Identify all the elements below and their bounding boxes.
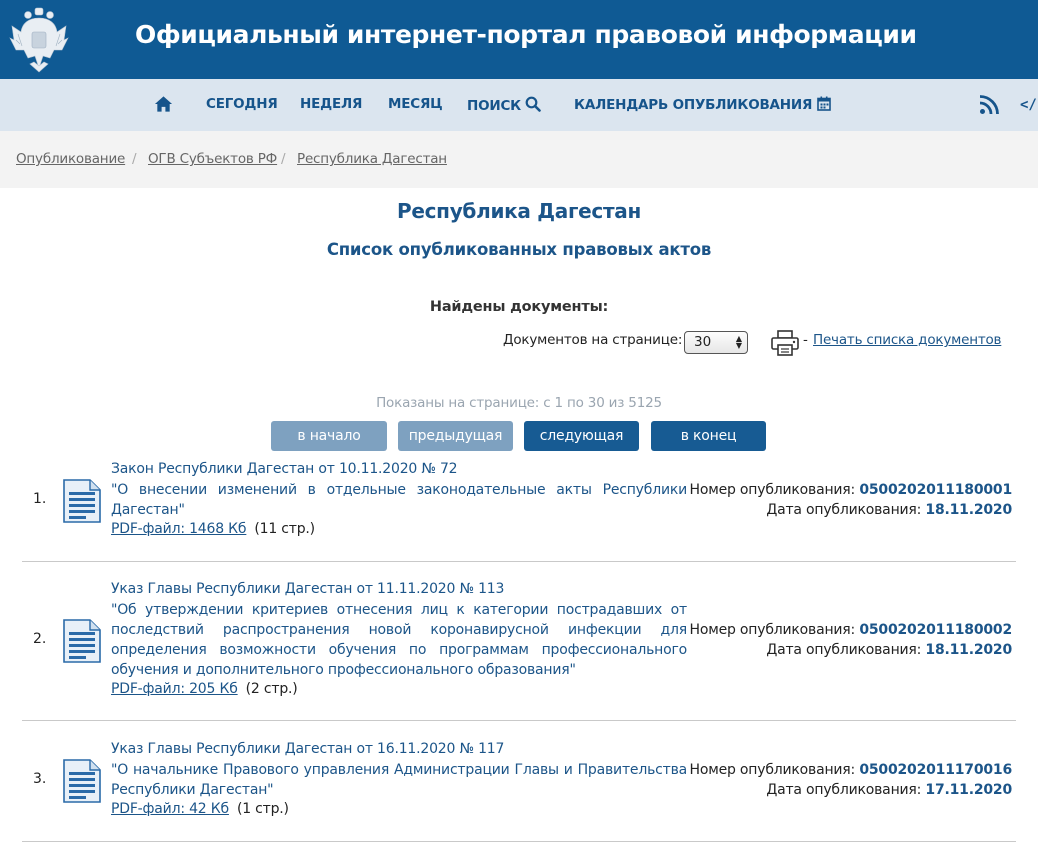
page-subtitle: Список опубликованных правовых актов xyxy=(326,240,712,259)
pager-next-button[interactable]: следующая xyxy=(524,421,639,451)
document-file-icon[interactable] xyxy=(62,758,102,804)
pub-date-value: 18.11.2020 xyxy=(925,502,1012,518)
document-item: 1. Закон Республики Дагестан от 10.11.20… xyxy=(22,460,1016,560)
page-count: (1 стр.) xyxy=(236,801,289,817)
pub-date-label: Дата опубликования: xyxy=(766,642,922,658)
pager-prev-button[interactable]: предыдущая xyxy=(398,421,513,451)
divider xyxy=(22,720,1016,721)
per-page-label: Документов на странице: xyxy=(503,332,683,348)
document-item: 3. Указ Главы Республики Дагестан от 16.… xyxy=(22,740,1016,840)
document-file-icon[interactable] xyxy=(62,478,102,524)
document-meta: Номер опубликования: 0500202011180002 Да… xyxy=(689,620,1013,660)
page-count: (11 стр.) xyxy=(254,521,315,537)
pub-number-value[interactable]: 0500202011170016 xyxy=(859,762,1012,778)
document-meta: Номер опубликования: 0500202011180001 Да… xyxy=(689,480,1013,520)
breadcrumb-item-publication[interactable]: Опубликование xyxy=(16,151,125,167)
pub-number-label: Номер опубликования: xyxy=(689,622,856,638)
document-description[interactable]: "Об утверждении критериев отнесения лиц … xyxy=(111,600,687,680)
document-number: 1. xyxy=(33,491,47,507)
nav-search[interactable]: ПОИСК xyxy=(467,96,541,114)
document-pdf: PDF-файл: 205 Кб (2 стр.) xyxy=(111,681,298,697)
site-header: Официальный интернет-портал правовой инф… xyxy=(0,0,1038,79)
pub-date-label: Дата опубликования: xyxy=(766,782,922,798)
breadcrumb: Опубликование / ОГВ Субъектов РФ / Респу… xyxy=(0,131,1038,188)
document-description[interactable]: "О внесении изменений в отдельные законо… xyxy=(111,480,687,520)
embed-code-icon[interactable]: </ xyxy=(1020,97,1037,113)
pub-number-value[interactable]: 0500202011180002 xyxy=(859,622,1012,638)
nav-search-label: ПОИСК xyxy=(467,98,522,114)
pub-number-value[interactable]: 0500202011180001 xyxy=(859,482,1012,498)
print-list-link[interactable]: Печать списка документов xyxy=(813,332,1002,348)
pdf-link[interactable]: PDF-файл: 42 Кб xyxy=(111,801,229,817)
divider xyxy=(22,841,1016,842)
pub-date-label: Дата опубликования: xyxy=(766,502,922,518)
found-documents-label: Найдены документы: xyxy=(429,299,609,315)
document-number: 3. xyxy=(33,771,47,787)
nav-month[interactable]: МЕСЯЦ xyxy=(388,96,443,112)
site-title[interactable]: Официальный интернет-портал правовой инф… xyxy=(135,20,917,49)
nav-calendar-label: КАЛЕНДАРЬ ОПУБЛИКОВАНИЯ xyxy=(574,97,813,113)
breadcrumb-item-ogv[interactable]: ОГВ Субъектов РФ xyxy=(148,151,277,167)
document-item: 2. Указ Главы Республики Дагестан от 11.… xyxy=(22,580,1016,720)
document-pdf: PDF-файл: 1468 Кб (11 стр.) xyxy=(111,521,315,537)
document-title[interactable]: Указ Главы Республики Дагестан от 11.11.… xyxy=(111,581,504,597)
document-number: 2. xyxy=(33,631,47,647)
breadcrumb-separator: / xyxy=(281,151,286,167)
pdf-link[interactable]: PDF-файл: 1468 Кб xyxy=(111,521,247,537)
pub-date-value: 17.11.2020 xyxy=(925,782,1012,798)
printer-icon[interactable] xyxy=(770,329,800,357)
nav-week[interactable]: НЕДЕЛЯ xyxy=(300,96,362,112)
pager-last-button[interactable]: в конец xyxy=(651,421,766,451)
print-dash: - xyxy=(803,332,808,348)
pager-first-button[interactable]: в начало xyxy=(271,421,387,451)
pub-number-label: Номер опубликования: xyxy=(689,482,856,498)
document-file-icon[interactable] xyxy=(62,618,102,664)
breadcrumb-separator: / xyxy=(132,151,137,167)
document-title[interactable]: Закон Республики Дагестан от 10.11.2020 … xyxy=(111,461,458,477)
calendar-icon xyxy=(817,96,832,111)
divider xyxy=(22,561,1016,562)
per-page-value: 30 xyxy=(694,334,712,350)
select-arrows-icon: ▲ ▼ xyxy=(735,334,742,350)
search-icon xyxy=(525,96,541,112)
main-nav: СЕГОДНЯ НЕДЕЛЯ МЕСЯЦ ПОИСК КАЛЕНДАРЬ ОПУ… xyxy=(0,79,1038,131)
pdf-link[interactable]: PDF-файл: 205 Кб xyxy=(111,681,238,697)
nav-calendar[interactable]: КАЛЕНДАРЬ ОПУБЛИКОВАНИЯ xyxy=(574,96,832,113)
page-title: Республика Дагестан xyxy=(397,199,641,223)
page-count: (2 стр.) xyxy=(245,681,298,697)
pub-date-value: 18.11.2020 xyxy=(925,642,1012,658)
document-meta: Номер опубликования: 0500202011170016 Да… xyxy=(689,760,1013,800)
shown-range-text: Показаны на странице: с 1 по 30 из 5125 xyxy=(376,395,662,411)
breadcrumb-item-dagestan[interactable]: Республика Дагестан xyxy=(297,151,447,167)
document-description[interactable]: "О начальнике Правового управления Админ… xyxy=(111,760,687,800)
pub-number-label: Номер опубликования: xyxy=(689,762,856,778)
nav-today[interactable]: СЕГОДНЯ xyxy=(206,96,278,112)
home-icon[interactable] xyxy=(154,95,173,113)
per-page-select[interactable]: 30 ▲ ▼ xyxy=(684,331,748,354)
document-pdf: PDF-файл: 42 Кб (1 стр.) xyxy=(111,801,289,817)
coat-of-arms-logo[interactable] xyxy=(8,6,70,74)
rss-icon[interactable] xyxy=(979,95,999,115)
document-title[interactable]: Указ Главы Республики Дагестан от 16.11.… xyxy=(111,741,504,757)
